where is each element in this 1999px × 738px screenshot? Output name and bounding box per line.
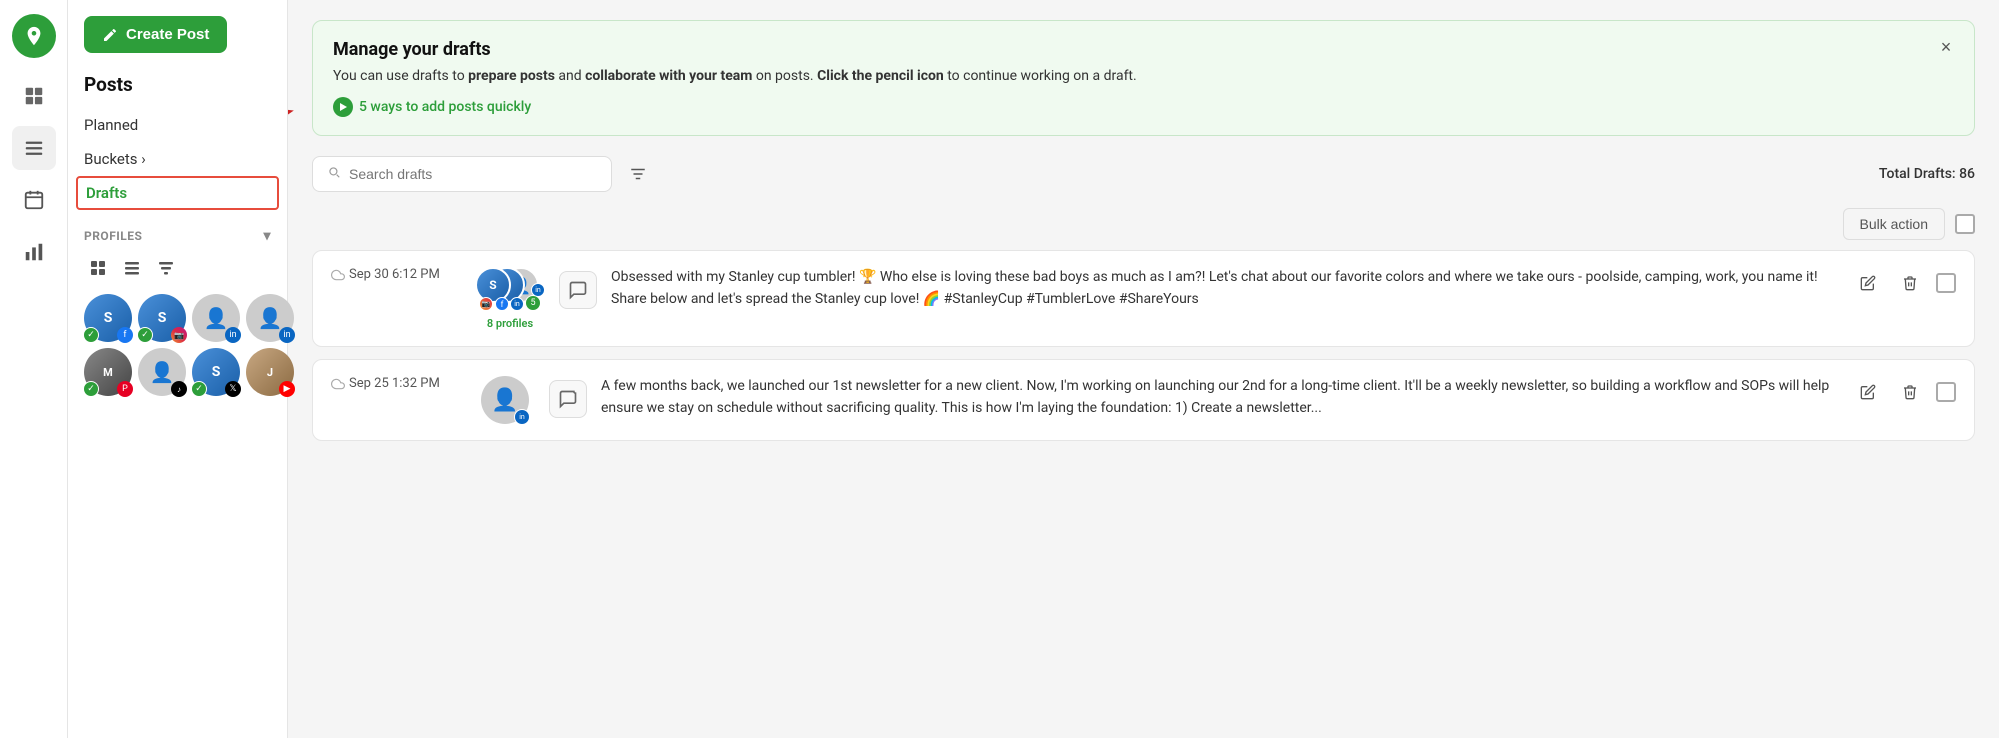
play-icon <box>333 97 353 117</box>
list-nav-icon[interactable] <box>12 126 56 170</box>
list-view-icon[interactable] <box>118 254 146 282</box>
search-box[interactable] <box>312 156 612 192</box>
banner-text: You can use drafts to prepare posts and … <box>333 66 1954 87</box>
draft-edit-button-2[interactable] <box>1852 376 1884 408</box>
info-banner: Manage your drafts You can use drafts to… <box>312 20 1975 136</box>
draft-profiles-1: S S 👤 f in in 📷 5 8 profiles <box>475 267 545 330</box>
profile-avatar-4[interactable]: 👤 in <box>246 294 294 342</box>
profiles-grid: S ✓ f S ✓ 📷 👤 in 👤 in M ✓ P 👤 ♪ <box>68 290 287 400</box>
posts-nav-icon[interactable] <box>12 74 56 118</box>
draft-profiles-count-1: 8 profiles <box>487 317 533 330</box>
select-all-checkbox[interactable] <box>1955 214 1975 234</box>
draft-delete-button-2[interactable] <box>1894 376 1926 408</box>
profile-avatar-1[interactable]: S ✓ f <box>84 294 132 342</box>
draft-checkbox-1[interactable] <box>1936 273 1956 293</box>
sidebar-section-title: Posts <box>68 73 287 108</box>
grid-view-icon[interactable] <box>84 254 112 282</box>
filter-icon[interactable] <box>622 158 654 190</box>
draft-checkbox-2[interactable] <box>1936 382 1956 402</box>
profiles-section-header: PROFILES ▾ <box>68 218 287 250</box>
profiles-chevron-icon[interactable]: ▾ <box>263 228 271 244</box>
draft-delete-button-1[interactable] <box>1894 267 1926 299</box>
cloud-icon-2 <box>331 377 345 391</box>
draft-message-icon-1 <box>559 271 597 309</box>
profile-view-toggle <box>68 250 287 290</box>
sidebar-item-drafts[interactable]: Drafts <box>76 176 279 210</box>
profile-avatar-8[interactable]: J ▶ <box>246 348 294 396</box>
draft-card-2: Sep 25 1:32 PM 👤 in A few months back, w… <box>312 359 1975 441</box>
calendar-nav-icon[interactable] <box>12 178 56 222</box>
bulk-action-row: Bulk action <box>312 208 1975 240</box>
draft-edit-button-1[interactable] <box>1852 267 1884 299</box>
main-content: Manage your drafts You can use drafts to… <box>288 0 1999 738</box>
draft-text-2: A few months back, we launched our 1st n… <box>601 376 1838 419</box>
search-input[interactable] <box>349 166 597 182</box>
profile-avatar-5[interactable]: M ✓ P <box>84 348 132 396</box>
draft-profiles-2: 👤 in <box>475 376 535 424</box>
search-row: Total Drafts: 86 <box>312 156 1975 192</box>
filter-view-icon[interactable] <box>152 254 180 282</box>
create-post-button[interactable]: Create Post <box>84 16 227 53</box>
profile-avatar-2[interactable]: S ✓ 📷 <box>138 294 186 342</box>
cloud-icon <box>331 268 345 282</box>
icon-bar <box>0 0 68 738</box>
draft-text-1: Obsessed with my Stanley cup tumbler! 🏆 … <box>611 267 1838 310</box>
draft-card-1: Sep 30 6:12 PM S S 👤 f in in 📷 5 8 profi… <box>312 250 1975 347</box>
banner-link[interactable]: 5 ways to add posts quickly <box>333 97 1954 117</box>
sidebar-item-planned[interactable]: Planned <box>68 108 287 142</box>
total-drafts-label: Total Drafts: 86 <box>1879 166 1975 182</box>
banner-close-button[interactable]: × <box>1934 35 1958 59</box>
profile-avatar-3[interactable]: 👤 in <box>192 294 240 342</box>
draft-actions-1 <box>1852 267 1956 299</box>
draft-meta-1: Sep 30 6:12 PM <box>331 267 461 282</box>
sidebar: Create Post Posts Planned Buckets › Draf… <box>68 0 288 738</box>
draft-meta-2: Sep 25 1:32 PM <box>331 376 461 391</box>
search-icon <box>327 165 341 183</box>
profile-avatar-6[interactable]: 👤 ♪ <box>138 348 186 396</box>
bulk-action-button[interactable]: Bulk action <box>1843 208 1945 240</box>
banner-title: Manage your drafts <box>333 39 1954 60</box>
draft-message-icon-2 <box>549 380 587 418</box>
sidebar-item-buckets[interactable]: Buckets › <box>68 142 287 176</box>
logo-icon[interactable] <box>12 14 56 58</box>
profile-avatar-7[interactable]: S ✓ 𝕏 <box>192 348 240 396</box>
draft-actions-2 <box>1852 376 1956 408</box>
analytics-nav-icon[interactable] <box>12 230 56 274</box>
